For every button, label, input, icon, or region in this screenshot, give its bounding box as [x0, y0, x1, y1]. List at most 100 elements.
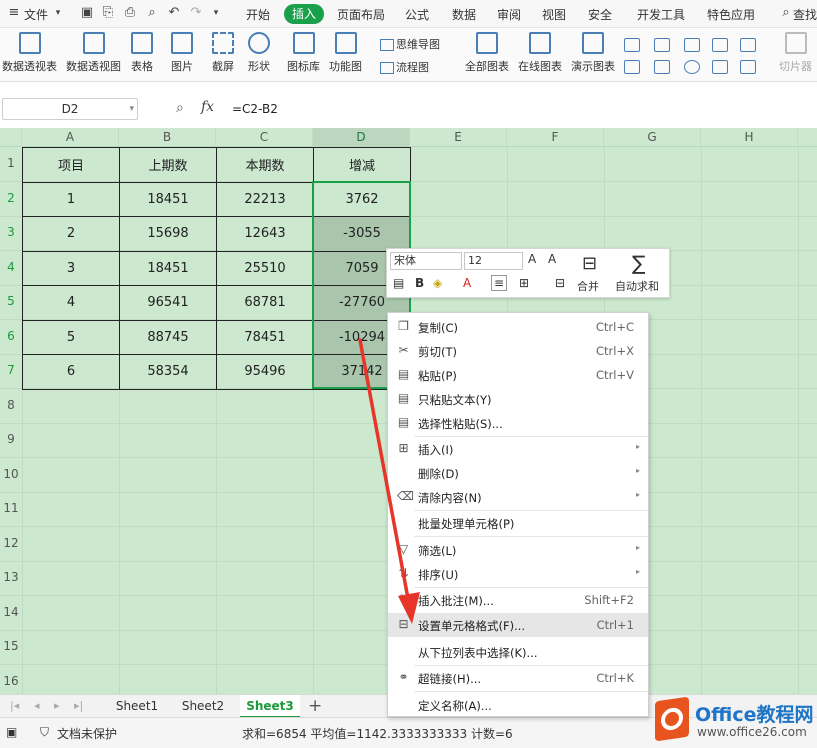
fill-color-icon[interactable]: ◈: [433, 276, 442, 290]
sheet-tab-1[interactable]: Sheet1: [108, 695, 166, 718]
name-box[interactable]: D2 ▾: [2, 98, 138, 120]
row-header-15[interactable]: 15: [0, 639, 22, 653]
macro-icon[interactable]: ▣: [6, 725, 17, 739]
print-icon[interactable]: ⎙: [122, 5, 138, 21]
column-header-e[interactable]: E: [410, 128, 507, 147]
insert-sheet-icon[interactable]: ⊟: [555, 276, 565, 290]
prev-sheet-icon[interactable]: ◂: [34, 699, 40, 712]
next-sheet-icon[interactable]: ▸: [54, 699, 60, 712]
sheet-tab-3[interactable]: Sheet3: [240, 695, 300, 718]
bold-icon[interactable]: B: [415, 276, 424, 290]
row-header-8[interactable]: 8: [0, 398, 22, 412]
menu-item-cut[interactable]: ✂ 剪切(T) Ctrl+X: [388, 339, 648, 363]
decrease-font-icon[interactable]: A: [548, 252, 556, 266]
column-header-h[interactable]: H: [701, 128, 798, 147]
row-header-12[interactable]: 12: [0, 536, 22, 550]
tab-view[interactable]: 视图: [542, 6, 566, 23]
column-chart-icon[interactable]: [624, 38, 640, 52]
menu-item-define-name[interactable]: 定义名称(A)...: [388, 693, 648, 717]
all-charts-button[interactable]: 全部图表: [465, 32, 509, 74]
table-cell[interactable]: 25510: [216, 250, 314, 286]
pie-chart-icon[interactable]: [684, 60, 700, 74]
picture-button[interactable]: 图片: [171, 32, 193, 74]
table-header-cell[interactable]: 项目: [22, 147, 120, 183]
border-icon[interactable]: ⊞: [519, 276, 529, 290]
presentation-charts-button[interactable]: 演示图表: [571, 32, 615, 74]
tab-insert[interactable]: 插入: [284, 4, 324, 24]
undo-icon[interactable]: ↶: [166, 5, 182, 21]
font-color-icon[interactable]: A: [463, 276, 471, 290]
tab-page-layout[interactable]: 页面布局: [337, 6, 385, 23]
merge-button[interactable]: 合并: [577, 278, 599, 294]
menu-item-filter[interactable]: ▽ 筛选(L) ▸: [388, 538, 648, 562]
table-cell[interactable]: 22213: [216, 181, 314, 217]
first-sheet-icon[interactable]: |◂: [10, 699, 19, 712]
table-cell[interactable]: 18451: [119, 250, 217, 286]
table-cell[interactable]: 1: [22, 181, 120, 217]
tab-review[interactable]: 审阅: [497, 6, 521, 23]
formula-input[interactable]: =C2-B2: [232, 102, 278, 116]
sum-icon[interactable]: ∑: [632, 251, 645, 275]
column-header-a[interactable]: A: [22, 128, 119, 147]
merge-icon[interactable]: ⊟: [582, 253, 597, 274]
column-header-f[interactable]: F: [507, 128, 604, 147]
table-cell[interactable]: 78451: [216, 319, 314, 355]
row-header-16[interactable]: 16: [0, 674, 22, 688]
tab-security[interactable]: 安全: [588, 6, 612, 23]
screenshot-button[interactable]: 截屏: [212, 32, 234, 74]
slicer-button[interactable]: 切片器: [779, 32, 812, 74]
autosum-button[interactable]: 自动求和: [615, 278, 659, 294]
column-header-d[interactable]: D: [313, 128, 410, 147]
menu-item-copy[interactable]: ❐ 复制(C) Ctrl+C: [388, 315, 648, 339]
table-header-cell[interactable]: 增减: [313, 147, 411, 183]
scatter-chart-icon[interactable]: [654, 60, 670, 74]
shapes-button[interactable]: 形状: [248, 32, 270, 74]
row-header-6[interactable]: 6: [0, 329, 22, 343]
file-menu[interactable]: 文件: [24, 6, 48, 23]
table-cell[interactable]: 58354: [119, 354, 217, 390]
icon-library-button[interactable]: 图标库: [287, 32, 320, 74]
row-header-10[interactable]: 10: [0, 467, 22, 481]
redo-icon[interactable]: ↷: [188, 5, 204, 21]
menu-item-sort[interactable]: ⇅ 排序(U) ▸: [388, 562, 648, 586]
selected-cell[interactable]: -3055: [313, 216, 411, 252]
search-label[interactable]: 查找: [793, 6, 817, 23]
menu-item-insert[interactable]: ⊞ 插入(I) ▸: [388, 437, 648, 461]
menu-item-batch[interactable]: 批量处理单元格(P): [388, 511, 648, 535]
row-header-11[interactable]: 11: [0, 501, 22, 515]
menu-item-hyperlink[interactable]: ⚭ 超链接(H)... Ctrl+K: [388, 666, 648, 690]
chevron-down-icon[interactable]: ▾: [129, 99, 134, 119]
menu-item-dropdown-pick[interactable]: 从下拉列表中选择(K)...: [388, 640, 648, 664]
table-cell[interactable]: 6: [22, 354, 120, 390]
table-cell[interactable]: 88745: [119, 319, 217, 355]
tab-home[interactable]: 开始: [246, 6, 270, 23]
row-header-9[interactable]: 9: [0, 432, 22, 446]
bar-chart-icon[interactable]: [654, 38, 670, 52]
tab-developer[interactable]: 开发工具: [637, 6, 685, 23]
column-header-b[interactable]: B: [119, 128, 216, 147]
table-header-cell[interactable]: 本期数: [216, 147, 314, 183]
menu-item-clear[interactable]: ⌫ 清除内容(N) ▸: [388, 485, 648, 509]
menu-icon[interactable]: ≡: [6, 5, 22, 21]
menu-item-paste-special[interactable]: ▤ 选择性粘贴(S)...: [388, 411, 648, 435]
mindmap-button[interactable]: 思维导图: [380, 36, 440, 52]
fx-button[interactable]: fx: [201, 99, 214, 115]
row-header-1[interactable]: 1: [0, 156, 22, 170]
zoom-icon[interactable]: ⌕: [176, 100, 184, 116]
row-header-4[interactable]: 4: [0, 260, 22, 274]
table-cell[interactable]: 18451: [119, 181, 217, 217]
pivot-table-button[interactable]: 数据透视表: [2, 32, 57, 74]
menu-item-paste-text[interactable]: ▤ 只粘贴文本(Y): [388, 387, 648, 411]
format-painter-icon[interactable]: ▤: [393, 276, 404, 290]
function-chart-button[interactable]: 功能图: [329, 32, 362, 74]
menu-item-delete[interactable]: 删除(D) ▸: [388, 461, 648, 485]
table-cell[interactable]: 15698: [119, 216, 217, 252]
table-cell[interactable]: 4: [22, 285, 120, 321]
protect-status[interactable]: 文档未保护: [57, 725, 117, 742]
table-cell[interactable]: 68781: [216, 285, 314, 321]
table-cell[interactable]: 95496: [216, 354, 314, 390]
chevron-down-icon[interactable]: ▾: [208, 5, 224, 21]
menu-item-format-cells[interactable]: ⊟ 设置单元格格式(F)... Ctrl+1: [388, 613, 648, 637]
tab-features[interactable]: 特色应用: [707, 6, 755, 23]
column-header-g[interactable]: G: [604, 128, 701, 147]
